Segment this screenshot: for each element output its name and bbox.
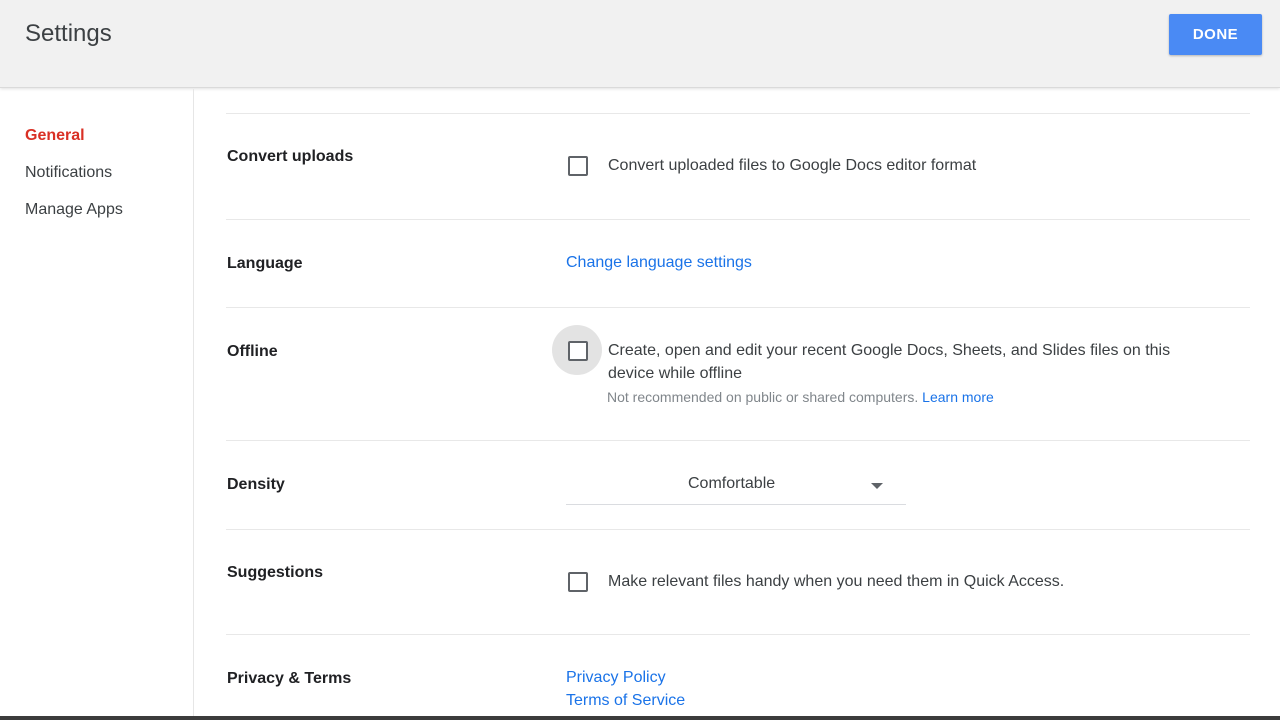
offline-checkbox[interactable] <box>568 341 588 361</box>
suggestions-label: Suggestions <box>227 564 324 581</box>
language-label: Language <box>227 255 303 272</box>
offline-text-line2: device while offline <box>608 365 743 382</box>
sidebar-item-manage-apps[interactable]: Manage Apps <box>25 201 123 219</box>
offline-note-text: Not recommended on public or shared comp… <box>607 389 919 405</box>
density-label: Density <box>227 476 285 493</box>
offline-text-line1: Create, open and edit your recent Google… <box>608 342 1171 359</box>
offline-text: Create, open and edit your recent Google… <box>608 339 1170 385</box>
page-title: Settings <box>25 20 112 47</box>
settings-sidebar: General Notifications Manage Apps <box>0 89 194 716</box>
offline-note: Not recommended on public or shared comp… <box>607 389 994 405</box>
divider <box>226 113 1250 114</box>
bottom-edge <box>0 716 1280 720</box>
convert-uploads-checkbox[interactable] <box>568 156 588 176</box>
convert-uploads-label: Convert uploads <box>227 148 354 165</box>
divider <box>226 634 1250 635</box>
density-selected-value: Comfortable <box>688 475 776 492</box>
sidebar-item-general[interactable]: General <box>25 127 85 145</box>
divider <box>226 219 1250 220</box>
convert-uploads-text: Convert uploaded files to Google Docs ed… <box>608 157 977 174</box>
density-select[interactable]: Comfortable <box>566 469 906 505</box>
terms-of-service-link[interactable]: Terms of Service <box>566 692 685 710</box>
suggestions-text: Make relevant files handy when you need … <box>608 573 1065 590</box>
settings-content: Convert uploads Convert uploaded files t… <box>194 89 1280 716</box>
change-language-link[interactable]: Change language settings <box>566 254 752 272</box>
divider <box>226 307 1250 308</box>
caret-down-icon <box>871 483 883 489</box>
app-header: Settings DONE <box>0 0 1280 88</box>
suggestions-checkbox[interactable] <box>568 572 588 592</box>
privacy-terms-label: Privacy & Terms <box>227 670 352 687</box>
divider <box>226 440 1250 441</box>
divider <box>226 529 1250 530</box>
privacy-policy-link[interactable]: Privacy Policy <box>566 669 666 687</box>
offline-label: Offline <box>227 343 278 360</box>
sidebar-item-notifications[interactable]: Notifications <box>25 164 112 182</box>
learn-more-link[interactable]: Learn more <box>922 389 994 405</box>
done-button[interactable]: DONE <box>1169 14 1262 55</box>
